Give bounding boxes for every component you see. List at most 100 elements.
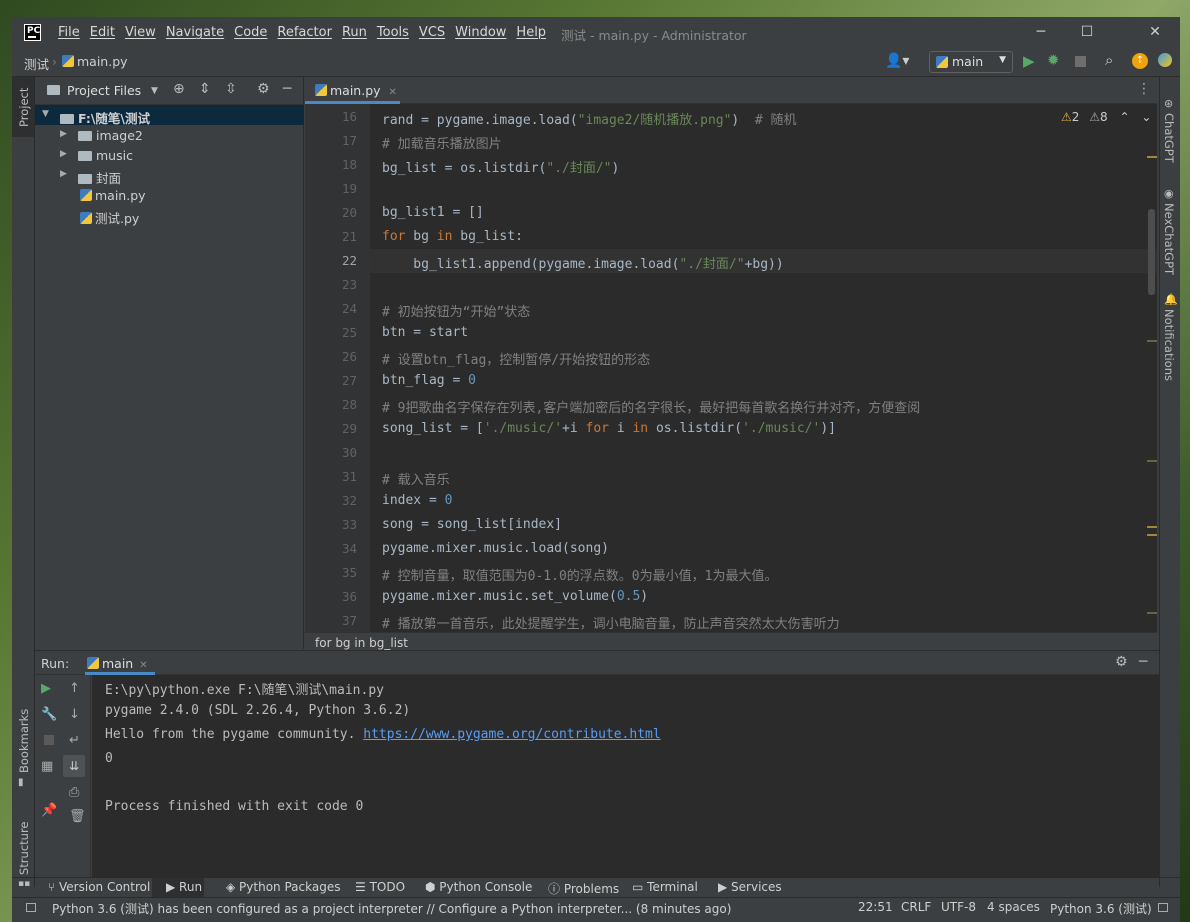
line-number: 31	[341, 469, 357, 484]
warning-marker[interactable]	[1147, 460, 1157, 462]
menu-edit[interactable]: Edit	[90, 25, 115, 40]
close-icon[interactable]: ✕	[1132, 20, 1178, 44]
arrow-up-icon[interactable]: ↑	[69, 681, 80, 696]
chevron-down-icon[interactable]: ⌄	[1141, 110, 1151, 124]
breadcrumb-project[interactable]: 测试	[24, 54, 49, 73]
locate-file-icon[interactable]: ⊕	[173, 81, 185, 97]
close-tab-icon[interactable]: ✕	[139, 660, 147, 671]
code-breadcrumb[interactable]: for bg in bg_list	[305, 632, 1157, 652]
tool-services[interactable]: ▶ Services	[718, 880, 782, 894]
tree-item-fengmian[interactable]: ▶ 封面	[35, 165, 304, 186]
chevron-up-icon[interactable]: ⌃	[1119, 110, 1129, 124]
chevron-right-icon[interactable]: ▶	[60, 129, 67, 139]
stop-icon[interactable]	[1075, 56, 1086, 67]
wrench-icon[interactable]: 🔧	[41, 707, 57, 722]
breadcrumb-file[interactable]: main.py	[62, 54, 128, 69]
caret-position[interactable]: 22:51	[858, 900, 893, 914]
minimize-icon[interactable]: ─	[1018, 20, 1064, 44]
tool-python-packages[interactable]: ◈ Python Packages	[226, 880, 340, 894]
breadcrumb-file-label: main.py	[77, 54, 128, 69]
layout-icon[interactable]: ▦	[41, 759, 53, 774]
menu-help[interactable]: Help	[516, 25, 546, 40]
warning-marker[interactable]	[1147, 340, 1157, 342]
warning-marker[interactable]	[1147, 612, 1157, 614]
chevron-down-icon[interactable]: ▼	[42, 109, 49, 119]
warning-marker[interactable]	[1147, 156, 1157, 158]
menu-file[interactable]: File	[58, 25, 80, 40]
tree-item-main-py[interactable]: main.py	[35, 185, 304, 205]
hide-panel-icon[interactable]: ─	[283, 81, 291, 97]
file-encoding[interactable]: UTF-8	[941, 900, 976, 914]
menu-refactor[interactable]: Refactor	[277, 25, 332, 40]
indent-setting[interactable]: 4 spaces	[987, 900, 1040, 914]
chatgpt-tool-button[interactable]: ⊛ ChatGPT	[1160, 97, 1180, 167]
tree-item-ceshi-py[interactable]: 测试.py	[35, 205, 304, 226]
gear-icon[interactable]: ⚙	[1115, 654, 1128, 670]
run-configuration-select[interactable]: main ▼	[929, 51, 1013, 73]
menu-window[interactable]: Window	[455, 25, 506, 40]
arrow-down-icon[interactable]: ↓	[69, 707, 80, 722]
update-icon[interactable]: ↑	[1132, 53, 1148, 69]
run-tab-main[interactable]: main ✕	[85, 651, 155, 675]
tool-python-console[interactable]: ⬢ Python Console	[425, 880, 532, 894]
tool-problems[interactable]: ⓘ Problems	[548, 880, 619, 897]
menu-vcs[interactable]: VCS	[419, 25, 445, 40]
expand-all-icon[interactable]: ⇕	[199, 81, 211, 97]
bookmarks-tool-button[interactable]: Bookmarks ▮	[12, 697, 34, 788]
maximize-icon[interactable]: ☐	[1064, 20, 1110, 44]
structure-tool-button[interactable]: Structure ▪▪	[12, 807, 34, 890]
inspection-widget[interactable]: ⚠2 ⚠8 ⌃ ⌄	[1061, 110, 1151, 124]
plugin-icon[interactable]	[1158, 53, 1172, 67]
tree-item-image2[interactable]: ▶ image2	[35, 125, 304, 145]
project-view-select[interactable]: Project Files	[67, 83, 141, 98]
line-separator[interactable]: CRLF	[901, 900, 931, 914]
trash-icon[interactable]: 🗑	[69, 809, 86, 824]
menu-navigate[interactable]: Navigate	[166, 25, 224, 40]
collapse-all-icon[interactable]: ⇳	[225, 81, 237, 97]
editor-scrollbar[interactable]	[1148, 209, 1155, 295]
tool-terminal[interactable]: ▭ Terminal	[632, 880, 698, 894]
search-icon[interactable]: ⌕	[1105, 51, 1113, 69]
menu-code[interactable]: Code	[234, 25, 267, 40]
status-toggle-icon[interactable]	[26, 903, 36, 912]
code-editor[interactable]: 16 17 18 19 20 21 22 23 24 25 26 27 28 29 30 31 32 33 34 35…	[305, 104, 1157, 632]
menu-run[interactable]: Run	[342, 25, 367, 40]
menu-view[interactable]: View	[125, 25, 156, 40]
status-message[interactable]: Python 3.6 (测试) has been configured as a…	[52, 900, 731, 917]
print-icon[interactable]: ⎙	[69, 785, 79, 800]
more-icon[interactable]: ⋮	[1137, 81, 1151, 97]
line-number-gutter: 16 17 18 19 20 21 22 23 24 25 26 27 28 29 30 31 32 33 34 35…	[305, 104, 370, 632]
hide-panel-icon[interactable]: ─	[1139, 654, 1147, 670]
folder-icon	[78, 151, 92, 161]
scroll-to-end-icon[interactable]: ⇊	[63, 755, 85, 777]
menu-tools[interactable]: Tools	[377, 25, 409, 40]
pygame-contribute-link[interactable]: https://www.pygame.org/contribute.html	[363, 727, 660, 742]
stop-icon[interactable]	[44, 735, 54, 745]
user-icon[interactable]: 👤▾	[885, 53, 909, 69]
tree-root[interactable]: ▼ F:\随笔\测试	[35, 105, 304, 126]
tool-version-control[interactable]: ⑂ Version Control	[48, 880, 150, 894]
rerun-icon[interactable]: ▶	[41, 681, 51, 696]
warning-marker[interactable]	[1147, 526, 1157, 528]
lock-icon[interactable]	[1158, 903, 1168, 912]
warning-marker[interactable]	[1147, 534, 1157, 536]
run-console[interactable]: E:\py\python.exe F:\随笔\测试\main.py pygame…	[92, 675, 1159, 877]
run-icon[interactable]: ▶	[1023, 52, 1035, 70]
nexchatgpt-tool-button[interactable]: ◉ NexChatGPT	[1160, 187, 1180, 277]
tool-run[interactable]: ▶ Run	[152, 878, 204, 897]
soft-wrap-icon[interactable]: ↵	[69, 733, 80, 748]
chevron-right-icon[interactable]: ▶	[60, 149, 67, 159]
pin-icon[interactable]: 📌	[41, 803, 57, 818]
tool-todo[interactable]: ☰ TODO	[355, 880, 405, 894]
tree-item-music[interactable]: ▶ music	[35, 145, 304, 165]
close-tab-icon[interactable]: ✕	[389, 87, 397, 98]
chevron-down-icon[interactable]: ▼	[151, 86, 158, 96]
debug-icon[interactable]: ✹	[1047, 51, 1060, 69]
notifications-tool-button[interactable]: 🔔 Notifications	[1160, 293, 1180, 383]
project-tool-button[interactable]: Project	[12, 77, 34, 137]
python-interpreter[interactable]: Python 3.6 (测试)	[1050, 900, 1152, 917]
run-config-label: main	[952, 54, 984, 69]
gear-icon[interactable]: ⚙	[257, 81, 270, 97]
tab-main-py[interactable]: main.py ✕	[305, 77, 400, 104]
chevron-right-icon[interactable]: ▶	[60, 169, 67, 179]
